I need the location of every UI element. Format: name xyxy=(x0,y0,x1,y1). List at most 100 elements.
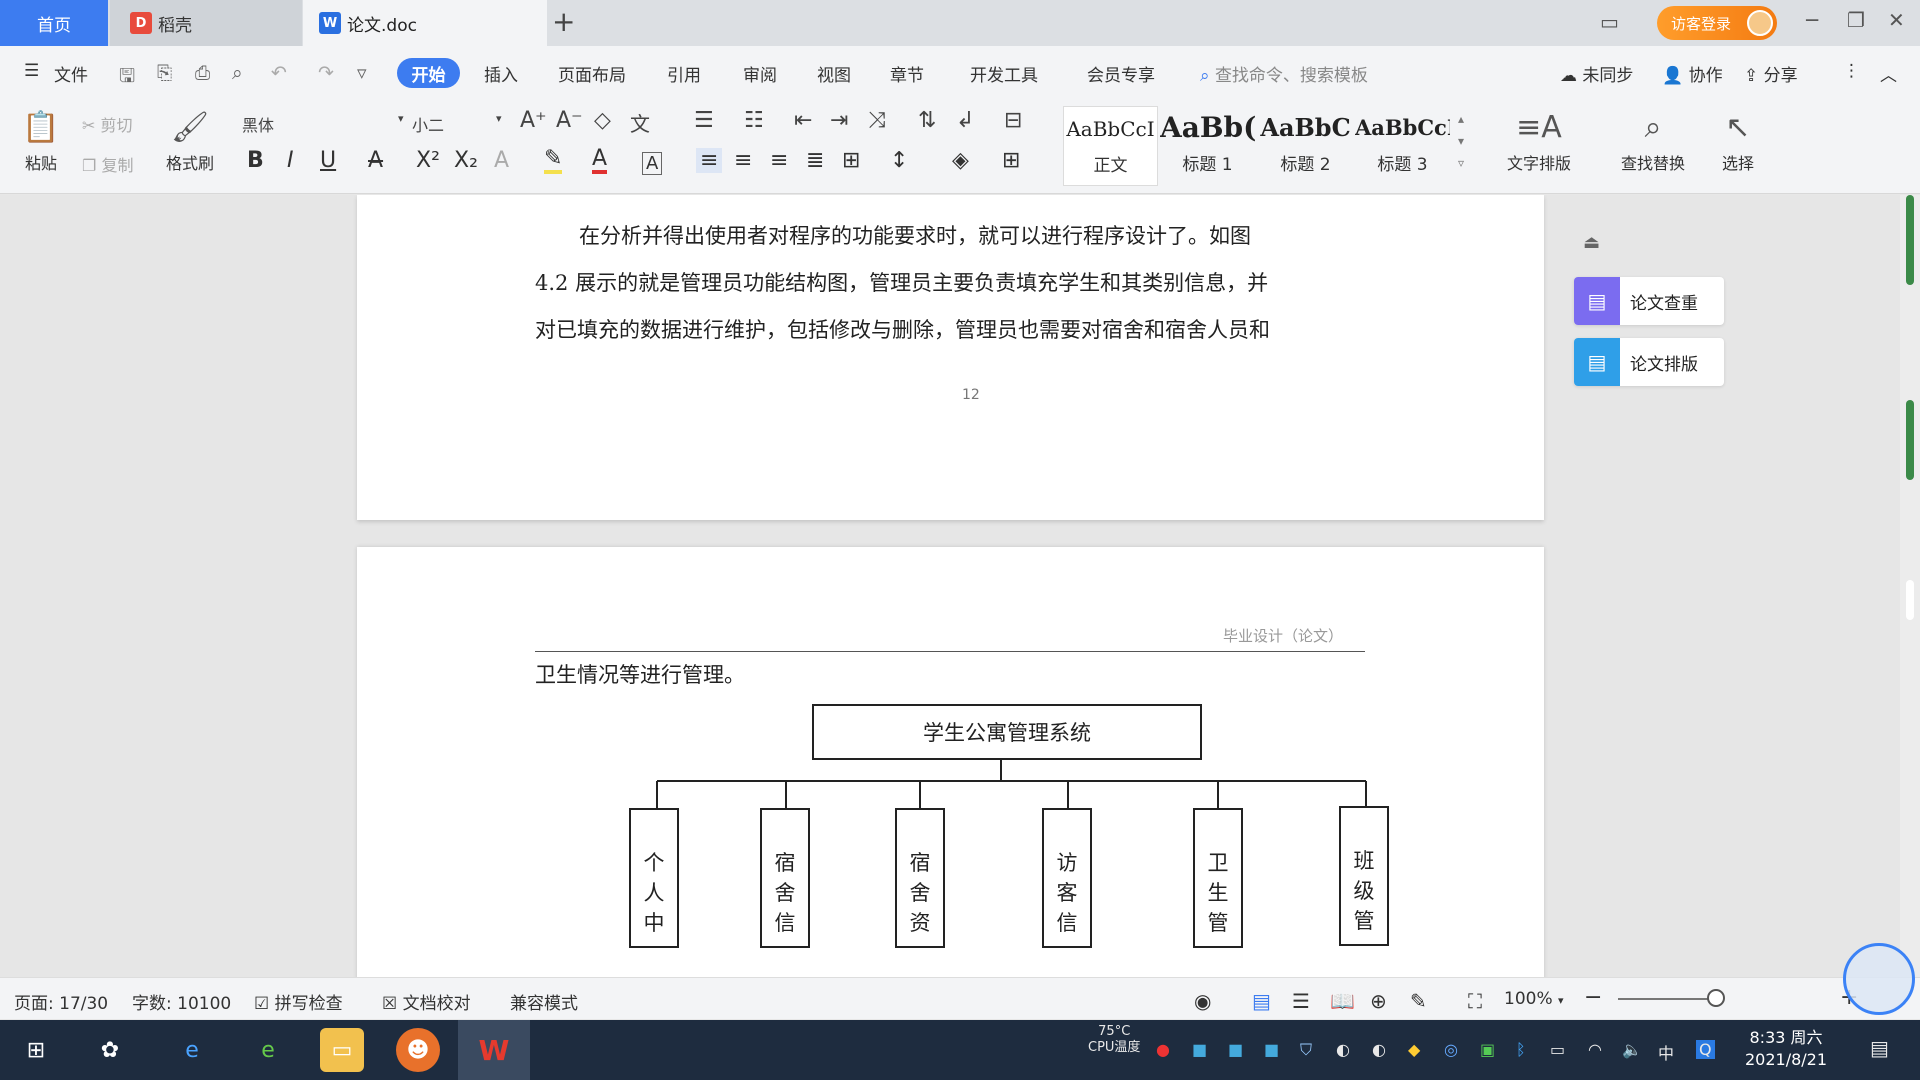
zoom-level[interactable]: 100% ▾ xyxy=(1504,989,1564,1009)
styles-scroll-icon[interactable]: ▴ ▾ ▿ xyxy=(1458,108,1464,174)
font-size-select[interactable]: 小二 ▾ xyxy=(412,112,504,136)
document-page[interactable]: 在分析并得出使用者对程序的功能要求时，就可以进行程序设计了。如图 4.2 展示的… xyxy=(357,195,1544,520)
zoom-out-button[interactable]: − xyxy=(1584,985,1602,1010)
justify-icon[interactable]: ≣ xyxy=(806,148,824,173)
volume-icon[interactable]: 🔈 xyxy=(1622,1040,1642,1059)
menu-view[interactable]: 视图 xyxy=(817,61,851,86)
write-mode-icon[interactable]: ✎ xyxy=(1410,989,1427,1013)
font-color-icon[interactable]: A xyxy=(592,148,608,174)
menu-file[interactable]: 文件 xyxy=(54,61,88,86)
clear-format-icon[interactable]: ◇ xyxy=(594,108,611,133)
phonetic-guide-icon[interactable]: 文 xyxy=(630,108,650,137)
cut-button[interactable]: ✂ 剪切 xyxy=(82,112,133,136)
reading-mode-icon[interactable]: ▭ xyxy=(1600,10,1619,34)
style-heading-2[interactable]: AaBbC 标题 2 xyxy=(1258,106,1353,186)
superscript-icon[interactable]: X² xyxy=(416,148,440,173)
style-heading-1[interactable]: AaBb( 标题 1 xyxy=(1160,106,1255,186)
numbered-list-icon[interactable]: ☷ xyxy=(744,108,764,133)
redo-icon[interactable]: ↷ xyxy=(318,62,334,84)
wifi-icon[interactable]: ◠ xyxy=(1588,1040,1602,1059)
increase-indent-icon[interactable]: ⇥ xyxy=(830,108,848,133)
menu-chapter[interactable]: 章节 xyxy=(890,61,924,86)
thesis-check-button[interactable]: ▤ 论文查重 xyxy=(1574,277,1724,325)
vertical-scrollbar[interactable] xyxy=(1900,195,1920,977)
tray-app-icon[interactable]: ■ xyxy=(1228,1040,1243,1059)
menu-page-layout[interactable]: 页面布局 xyxy=(558,61,626,86)
align-center-icon[interactable]: ≡ xyxy=(734,148,752,173)
page-indicator[interactable]: 页面: 17/30 xyxy=(14,989,108,1014)
hamburger-menu-icon[interactable]: ☰ xyxy=(24,61,39,81)
tab-stop-icon[interactable]: ⊟ xyxy=(1004,108,1022,133)
borders-icon[interactable]: ⊞ xyxy=(1002,148,1020,173)
menu-references[interactable]: 引用 xyxy=(667,61,701,86)
tab-home[interactable]: 首页 xyxy=(0,0,108,46)
menu-developer[interactable]: 开发工具 xyxy=(970,61,1038,86)
strikethrough-icon[interactable]: A xyxy=(368,148,383,173)
pinwheel-app-icon[interactable]: ✿ xyxy=(88,1028,132,1072)
share-button[interactable]: ⇪ 分享 xyxy=(1744,61,1798,86)
paste-button[interactable]: 📋 粘贴 xyxy=(14,106,68,174)
save-icon[interactable]: 🖫 xyxy=(119,62,135,94)
menu-review[interactable]: 审阅 xyxy=(743,61,777,86)
increase-font-icon[interactable]: A⁺ xyxy=(520,108,547,133)
close-button[interactable]: ✕ xyxy=(1888,8,1905,32)
decrease-indent-icon[interactable]: ⇤ xyxy=(794,108,812,133)
tray-app-icon[interactable]: ◆ xyxy=(1408,1040,1420,1059)
underline-icon[interactable]: U xyxy=(320,148,336,173)
zoom-slider-handle[interactable] xyxy=(1707,989,1725,1007)
input-method-icon[interactable]: Q xyxy=(1696,1040,1715,1059)
minimize-button[interactable]: ─ xyxy=(1806,8,1818,32)
tray-app-icon[interactable]: ◎ xyxy=(1444,1040,1458,1059)
spell-check-button[interactable]: ☑ 拼写检查 xyxy=(254,989,343,1014)
chinese-layout-icon[interactable]: ⤨ xyxy=(868,108,886,133)
restore-button[interactable]: ❐ xyxy=(1847,8,1865,32)
command-search[interactable]: ⌕ 查找命令、搜索模板 xyxy=(1200,61,1368,86)
highlight-icon[interactable]: ✎ xyxy=(544,148,563,174)
font-name-select[interactable]: 黑体 ▾ xyxy=(242,112,404,136)
print-icon[interactable]: ⎙ xyxy=(195,62,210,84)
menu-insert[interactable]: 插入 xyxy=(484,61,518,86)
add-tab-button[interactable]: + xyxy=(552,6,575,38)
select-button[interactable]: ↖ 选择 xyxy=(1710,106,1766,174)
collapse-ribbon-icon[interactable]: ︿ xyxy=(1880,61,1897,86)
sync-status[interactable]: ☁ 未同步 xyxy=(1560,61,1633,86)
align-right-icon[interactable]: ≡ xyxy=(770,148,788,173)
doc-proof-button[interactable]: ☒ 文档校对 xyxy=(382,989,471,1014)
reading-view-icon[interactable]: 📖 xyxy=(1330,989,1355,1013)
style-normal[interactable]: AaBbCcI 正文 xyxy=(1063,106,1158,186)
print-preview-icon[interactable]: ⌕ xyxy=(232,62,243,84)
game-app-icon[interactable]: ☻ xyxy=(396,1028,440,1072)
text-effect-icon[interactable]: A xyxy=(494,148,509,173)
notification-icon[interactable]: ▤ xyxy=(1870,1036,1889,1060)
scrollbar-thumb[interactable] xyxy=(1906,195,1914,285)
copy-button[interactable]: ❐ 复制 xyxy=(82,152,133,176)
menu-start[interactable]: 开始 xyxy=(397,58,460,88)
shield-icon[interactable]: ⛉ xyxy=(1300,1040,1312,1060)
nvidia-icon[interactable]: ▣ xyxy=(1480,1040,1495,1059)
find-replace-button[interactable]: ⌕ 查找替换 xyxy=(1608,106,1698,174)
bold-icon[interactable]: B xyxy=(247,148,264,173)
line-spacing-icon[interactable]: ↕ xyxy=(890,148,908,173)
align-left-icon[interactable]: ≡ xyxy=(696,148,723,173)
outline-view-icon[interactable]: ☰ xyxy=(1292,989,1310,1013)
customize-toolbar-icon[interactable]: ▿ xyxy=(357,62,367,84)
style-heading-3[interactable]: AaBbCcI 标题 3 xyxy=(1355,106,1450,186)
browser-360-icon[interactable]: e xyxy=(246,1028,290,1072)
cpu-temperature[interactable]: 75°C CPU温度 xyxy=(1088,1024,1140,1056)
tray-app-icon[interactable]: ● xyxy=(1156,1040,1170,1059)
internet-explorer-icon[interactable]: e xyxy=(170,1028,214,1072)
format-painter-button[interactable]: 🖌 格式刷 xyxy=(160,106,220,174)
tab-document[interactable]: W 论文.doc xyxy=(303,0,547,46)
web-view-icon[interactable]: ⊕ xyxy=(1370,989,1387,1013)
visitor-login-button[interactable]: 访客登录 xyxy=(1657,6,1777,40)
bullet-list-icon[interactable]: ☰ xyxy=(694,108,714,133)
tray-app-icon[interactable]: ■ xyxy=(1192,1040,1207,1059)
decrease-font-icon[interactable]: A⁻ xyxy=(556,108,583,133)
shading-icon[interactable]: ◈ xyxy=(952,148,969,173)
text-layout-button[interactable]: ≡A 文字排版 xyxy=(1494,106,1584,174)
italic-icon[interactable]: I xyxy=(287,148,294,173)
show-marks-icon[interactable]: ↲ xyxy=(956,108,974,133)
file-explorer-icon[interactable]: ▭ xyxy=(320,1028,364,1072)
assistant-floating-button[interactable] xyxy=(1843,943,1915,1015)
char-border-icon[interactable]: A xyxy=(642,152,663,175)
